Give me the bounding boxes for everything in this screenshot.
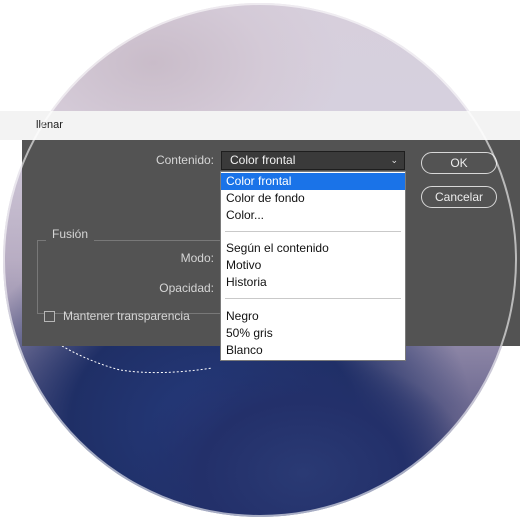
contenido-select-value: Color frontal: [230, 153, 296, 167]
mantener-transparencia-checkbox[interactable]: [44, 311, 55, 322]
dropdown-option-50-gris[interactable]: 50% gris: [221, 325, 405, 342]
dropdown-option-historia[interactable]: Historia: [221, 274, 405, 291]
dropdown-option-color-frontal[interactable]: Color frontal: [221, 173, 405, 190]
dropdown-option-color[interactable]: Color...: [221, 207, 405, 224]
mantener-transparencia-label: Mantener transparencia: [63, 309, 190, 323]
cancel-button[interactable]: Cancelar: [421, 186, 497, 208]
dropdown-option-negro[interactable]: Negro: [221, 308, 405, 325]
fusion-legend: Fusión: [46, 227, 95, 241]
contenido-label: Contenido:: [155, 153, 214, 167]
dropdown-separator: [225, 231, 401, 232]
dropdown-separator: [225, 298, 401, 299]
contenido-select[interactable]: Color frontal ⌄: [221, 151, 405, 170]
dropdown-option-motivo[interactable]: Motivo: [221, 257, 405, 274]
dropdown-option-segun-el-contenido[interactable]: Según el contenido: [221, 240, 405, 257]
modo-label: Modo:: [180, 251, 214, 265]
dialog-title: llenar: [36, 119, 63, 131]
dropdown-option-color-de-fondo[interactable]: Color de fondo: [221, 190, 405, 207]
contenido-dropdown-list: Color frontal Color de fondo Color... Se…: [220, 171, 406, 361]
ok-button[interactable]: OK: [421, 152, 497, 174]
chevron-down-icon: ⌄: [390, 155, 398, 165]
opacidad-label: Opacidad:: [159, 281, 214, 295]
selection-marquee: [61, 345, 213, 374]
dialog-titlebar[interactable]: [0, 111, 520, 140]
dropdown-option-blanco[interactable]: Blanco: [221, 342, 405, 359]
